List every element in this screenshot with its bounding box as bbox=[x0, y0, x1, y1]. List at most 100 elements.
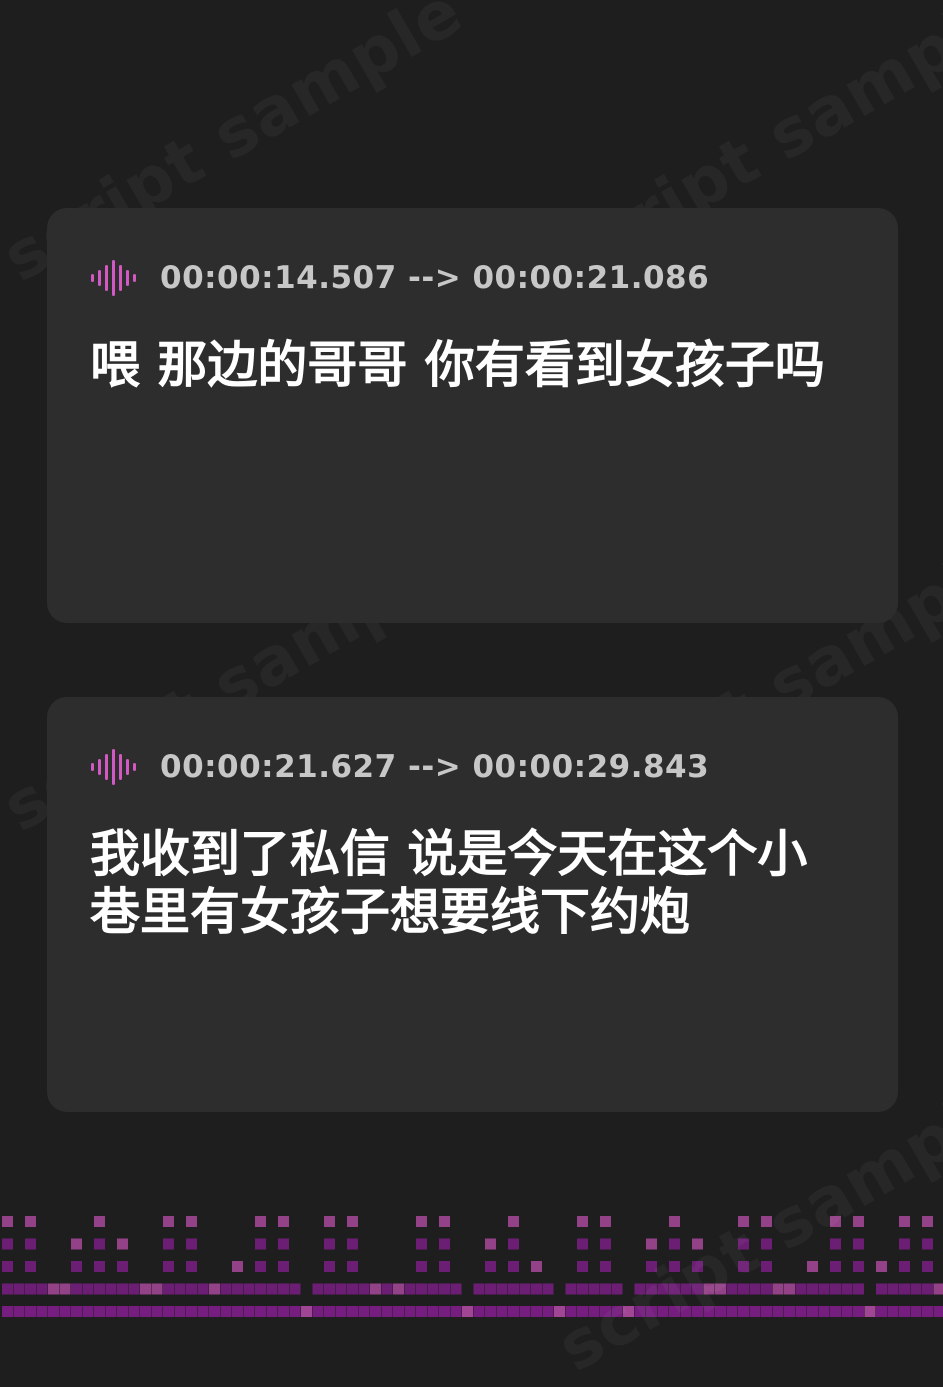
equalizer-block bbox=[899, 1261, 910, 1272]
equalizer-block bbox=[715, 1306, 726, 1317]
equalizer-block bbox=[577, 1284, 588, 1295]
equalizer-block bbox=[577, 1239, 588, 1250]
equalizer-block bbox=[439, 1284, 450, 1295]
equalizer-block bbox=[531, 1284, 542, 1295]
equalizer-block bbox=[451, 1284, 462, 1295]
equalizer-block bbox=[566, 1284, 577, 1295]
equalizer-block bbox=[140, 1306, 151, 1317]
equalizer-block bbox=[439, 1216, 450, 1227]
equalizer-block bbox=[336, 1306, 347, 1317]
equalizer-block bbox=[186, 1306, 197, 1317]
equalizer-block bbox=[669, 1216, 680, 1227]
equalizer-block bbox=[290, 1284, 301, 1295]
equalizer-block bbox=[462, 1306, 473, 1317]
equalizer-block bbox=[255, 1239, 266, 1250]
equalizer-block bbox=[600, 1239, 611, 1250]
equalizer-block bbox=[186, 1261, 197, 1272]
equalizer-block bbox=[37, 1284, 48, 1295]
equalizer-block bbox=[290, 1306, 301, 1317]
equalizer-block bbox=[313, 1306, 324, 1317]
equalizer-block bbox=[750, 1306, 761, 1317]
equalizer-block bbox=[347, 1239, 358, 1250]
equalizer-block bbox=[94, 1216, 105, 1227]
equalizer-block bbox=[485, 1261, 496, 1272]
equalizer-block bbox=[646, 1306, 657, 1317]
equalizer-block bbox=[796, 1284, 807, 1295]
equalizer-block bbox=[71, 1306, 82, 1317]
equalizer-block bbox=[646, 1284, 657, 1295]
equalizer-block bbox=[899, 1284, 910, 1295]
equalizer-block bbox=[865, 1306, 876, 1317]
subtitle-card: 00:00:21.627 --> 00:00:29.843 我收到了私信 说是今… bbox=[47, 697, 898, 1112]
equalizer-block bbox=[612, 1284, 623, 1295]
equalizer-block bbox=[94, 1284, 105, 1295]
equalizer-block bbox=[313, 1284, 324, 1295]
equalizer-block bbox=[83, 1284, 94, 1295]
equalizer-block bbox=[163, 1216, 174, 1227]
timestamp-row: 00:00:14.507 --> 00:00:21.086 bbox=[90, 258, 709, 298]
equalizer-block bbox=[738, 1306, 749, 1317]
equalizer-block bbox=[359, 1284, 370, 1295]
equalizer-block bbox=[692, 1239, 703, 1250]
equalizer-block bbox=[152, 1284, 163, 1295]
equalizer-block bbox=[324, 1261, 335, 1272]
equalizer-block bbox=[117, 1284, 128, 1295]
equalizer-block bbox=[267, 1284, 278, 1295]
equalizer-block bbox=[807, 1306, 818, 1317]
equalizer-block bbox=[106, 1284, 117, 1295]
equalizer-block bbox=[152, 1306, 163, 1317]
equalizer-block bbox=[416, 1284, 427, 1295]
equalizer-block bbox=[485, 1284, 496, 1295]
equalizer-block bbox=[876, 1261, 887, 1272]
equalizer-block bbox=[175, 1306, 186, 1317]
equalizer-block bbox=[922, 1261, 933, 1272]
equalizer-block bbox=[830, 1239, 841, 1250]
equalizer-block bbox=[531, 1306, 542, 1317]
equalizer-block bbox=[416, 1306, 427, 1317]
equalizer-block bbox=[566, 1306, 577, 1317]
equalizer-block bbox=[416, 1239, 427, 1250]
equalizer-block bbox=[278, 1239, 289, 1250]
equalizer-block bbox=[60, 1284, 71, 1295]
equalizer-block bbox=[359, 1306, 370, 1317]
equalizer-block bbox=[94, 1239, 105, 1250]
equalizer-block bbox=[163, 1261, 174, 1272]
equalizer-block bbox=[405, 1306, 416, 1317]
equalizer-block bbox=[520, 1306, 531, 1317]
equalizer-block bbox=[347, 1284, 358, 1295]
equalizer-block bbox=[876, 1306, 887, 1317]
equalizer-block bbox=[278, 1306, 289, 1317]
equalizer-block bbox=[324, 1239, 335, 1250]
equalizer-block bbox=[807, 1284, 818, 1295]
equalizer-block bbox=[2, 1261, 13, 1272]
equalizer-block bbox=[600, 1261, 611, 1272]
equalizer-block bbox=[543, 1306, 554, 1317]
equalizer-block bbox=[428, 1284, 439, 1295]
equalizer-block bbox=[485, 1239, 496, 1250]
equalizer-block bbox=[635, 1284, 646, 1295]
equalizer-block bbox=[531, 1261, 542, 1272]
equalizer-block bbox=[382, 1306, 393, 1317]
equalizer-block bbox=[232, 1284, 243, 1295]
subtitle-card: 00:00:14.507 --> 00:00:21.086 喂 那边的哥哥 你有… bbox=[47, 208, 898, 623]
equalizer-block bbox=[853, 1306, 864, 1317]
equalizer-block bbox=[681, 1284, 692, 1295]
equalizer-block bbox=[692, 1306, 703, 1317]
equalizer-block bbox=[830, 1216, 841, 1227]
equalizer-block bbox=[416, 1261, 427, 1272]
equalizer-block bbox=[2, 1239, 13, 1250]
equalizer-block bbox=[347, 1306, 358, 1317]
equalizer-block bbox=[692, 1284, 703, 1295]
equalizer-block bbox=[819, 1284, 830, 1295]
equalizer-block bbox=[25, 1239, 36, 1250]
equalizer-block bbox=[623, 1306, 634, 1317]
equalizer-block bbox=[117, 1306, 128, 1317]
timestamp-range: 00:00:21.627 --> 00:00:29.843 bbox=[160, 749, 709, 785]
equalizer-block bbox=[94, 1306, 105, 1317]
equalizer-block bbox=[554, 1306, 565, 1317]
equalizer-block bbox=[324, 1284, 335, 1295]
equalizer-block bbox=[324, 1306, 335, 1317]
watermark-layer: script sample script sample script sampl… bbox=[0, 0, 943, 1320]
equalizer-block bbox=[186, 1239, 197, 1250]
equalizer-block bbox=[669, 1284, 680, 1295]
